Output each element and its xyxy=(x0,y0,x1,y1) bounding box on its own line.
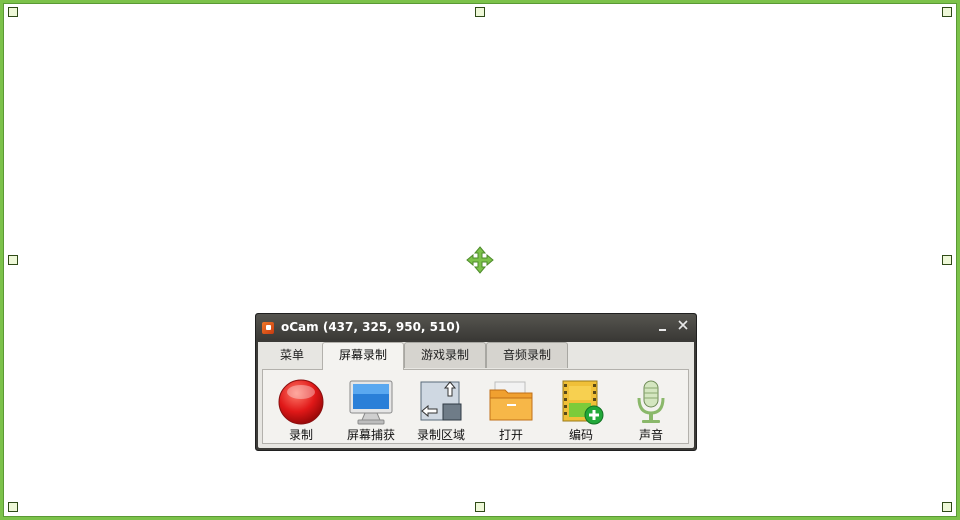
record-icon xyxy=(278,379,324,425)
record-region-button[interactable]: 录制区域 xyxy=(409,378,473,442)
screen-capture-button[interactable]: 屏幕捕获 xyxy=(339,378,403,442)
window-title: oCam (437, 325, 950, 510) xyxy=(281,320,461,334)
record-button[interactable]: 录制 xyxy=(269,378,333,442)
tab-menu[interactable]: 菜单 xyxy=(262,342,322,368)
close-icon[interactable] xyxy=(676,318,690,332)
open-button[interactable]: 打开 xyxy=(479,378,543,442)
tab-bar: 菜单 屏幕录制 游戏录制 音频录制 xyxy=(262,342,690,370)
sound-button[interactable]: 声音 xyxy=(619,378,683,442)
app-icon xyxy=(262,322,274,334)
resize-handle-bottom-left[interactable] xyxy=(8,502,18,512)
resize-region-icon xyxy=(420,381,462,421)
resize-handle-middle-right[interactable] xyxy=(942,255,952,265)
record-region-label: 录制区域 xyxy=(416,428,465,442)
sound-label: 声音 xyxy=(638,428,663,442)
monitor-icon xyxy=(349,380,393,425)
resize-handle-middle-left[interactable] xyxy=(8,255,18,265)
tab-audio-record[interactable]: 音频录制 xyxy=(486,342,568,368)
resize-handle-bottom-right[interactable] xyxy=(942,502,952,512)
screen-capture-label: 屏幕捕获 xyxy=(346,428,395,442)
resize-handle-top-left[interactable] xyxy=(8,7,18,17)
tab-game-record[interactable]: 游戏录制 xyxy=(404,342,486,368)
move-icon[interactable] xyxy=(466,246,494,274)
record-label: 录制 xyxy=(288,428,313,442)
toolbar-panel: 录制 屏幕捕获 录制区域 打开 编码 声音 xyxy=(262,369,689,444)
encode-button[interactable]: 编码 xyxy=(549,378,613,442)
resize-handle-top-center[interactable] xyxy=(475,7,485,17)
folder-icon xyxy=(489,381,533,421)
microphone-icon xyxy=(637,380,665,423)
ocam-window: oCam (437, 325, 950, 510) 菜单 屏幕录制 游戏录制 音… xyxy=(255,313,697,451)
minimize-icon[interactable] xyxy=(657,320,669,332)
encode-label: 编码 xyxy=(568,428,593,442)
resize-handle-top-right[interactable] xyxy=(942,7,952,17)
film-add-icon xyxy=(562,380,604,425)
title-bar[interactable]: oCam (437, 325, 950, 510) xyxy=(256,314,696,340)
tab-screen-record[interactable]: 屏幕录制 xyxy=(322,342,404,370)
resize-handle-bottom-center[interactable] xyxy=(475,502,485,512)
open-label: 打开 xyxy=(498,428,523,442)
